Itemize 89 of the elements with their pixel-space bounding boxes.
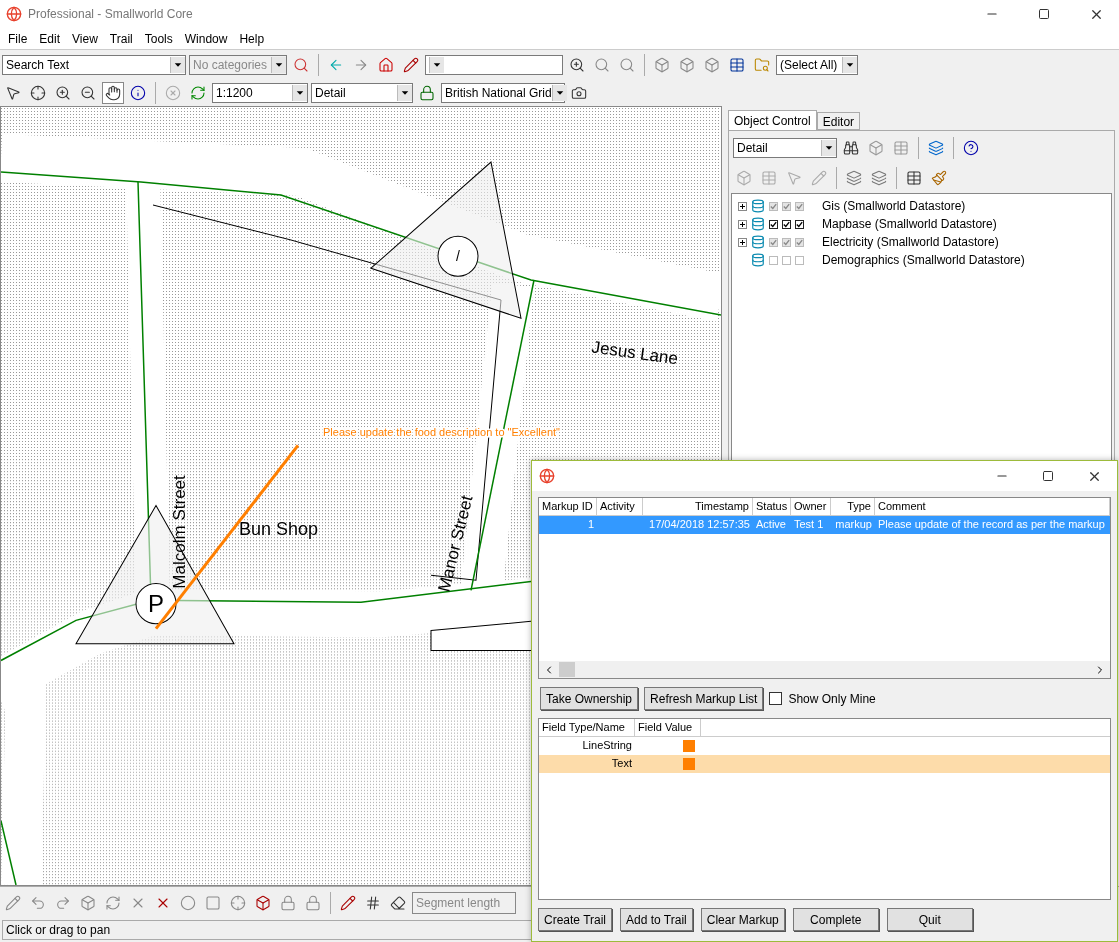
field-row[interactable]: Text: [539, 755, 1110, 773]
maximize-icon: [1038, 8, 1050, 20]
field-row[interactable]: LineString: [539, 737, 1110, 755]
menu-item[interactable]: Window: [178, 31, 234, 46]
column-header[interactable]: Owner: [791, 498, 831, 516]
column-header[interactable]: Timestamp: [643, 498, 753, 516]
column-header[interactable]: Markup ID: [539, 498, 597, 516]
menu-item[interactable]: Edit: [33, 31, 67, 46]
caret-icon: [271, 57, 286, 73]
map-symbol: /: [437, 235, 479, 277]
detail-combo[interactable]: Detail: [311, 83, 413, 103]
table-cell-text: Please update of the record as per the markup: [877, 517, 1106, 532]
checkbox[interactable]: [769, 255, 778, 265]
column-header[interactable]: Type: [831, 498, 875, 516]
street-label: Jesus Lane: [590, 337, 680, 369]
database-icon: [751, 217, 765, 231]
app-logo-icon: [6, 6, 22, 22]
dialog-button[interactable]: Quit: [886, 908, 973, 931]
caret-icon: [429, 57, 444, 73]
checkbox[interactable]: [782, 219, 791, 229]
shop-label: Bun Shop: [239, 518, 319, 539]
checkbox[interactable]: [795, 219, 804, 229]
app-logo-icon: [539, 468, 555, 484]
column-header[interactable]: Field Type/Name: [539, 719, 635, 737]
scrollbar-thumb[interactable]: [559, 662, 575, 677]
checkbox[interactable]: [782, 201, 791, 211]
dialog-button[interactable]: Take Ownership: [540, 687, 639, 710]
maximize-icon: [1042, 470, 1054, 482]
column-header[interactable]: Field Value: [635, 719, 701, 737]
expand-icon[interactable]: [738, 237, 747, 247]
menu-item[interactable]: Help: [233, 31, 271, 46]
dialog-button[interactable]: Refresh Markup List: [644, 687, 764, 710]
database-icon: [751, 235, 765, 249]
checkbox[interactable]: [769, 219, 778, 229]
segment-length-field[interactable]: Segment length: [412, 891, 516, 914]
table-cell-text: Active: [755, 517, 787, 532]
menu-item[interactable]: File: [2, 31, 34, 46]
menu-item[interactable]: View: [66, 31, 104, 46]
checkbox[interactable]: [782, 255, 791, 265]
expand-icon[interactable]: [738, 219, 747, 229]
table-cell-text: LineString: [581, 738, 633, 753]
caret-icon: [821, 140, 836, 156]
database-icon: [751, 199, 765, 213]
search-combo[interactable]: Search Text: [2, 55, 186, 75]
dialog-button[interactable]: Complete: [792, 908, 879, 931]
menu-item[interactable]: Trail: [103, 31, 139, 46]
detail-combo[interactable]: Detail: [733, 138, 837, 158]
street-label: Manor Street: [434, 493, 477, 594]
coordinate-combo[interactable]: British National Grid: [441, 83, 565, 103]
database-icon: [751, 253, 765, 267]
dialog-button[interactable]: Add to Trail: [620, 908, 693, 931]
caret-icon: [170, 57, 185, 73]
checkbox[interactable]: [782, 237, 791, 247]
table-cell-text: Test 1: [793, 517, 825, 532]
pan-icon[interactable]: [102, 82, 124, 104]
window-title: Professional - Smallworld Core: [28, 7, 194, 21]
column-header[interactable]: Activity: [597, 498, 643, 516]
caret-icon: [842, 57, 857, 73]
checkbox[interactable]: [795, 237, 804, 247]
tree-item[interactable]: Demographics (Smallworld Datastore): [822, 253, 1025, 267]
table-cell-text: Text: [610, 756, 633, 771]
checkbox[interactable]: [769, 692, 783, 705]
caret-icon: [551, 85, 567, 101]
panel-tab[interactable]: Editor: [816, 112, 861, 130]
color-swatch: [683, 740, 695, 752]
tree-item[interactable]: Mapbase (Smallworld Datastore): [822, 217, 997, 231]
menu-item[interactable]: Tools: [138, 31, 179, 46]
checkbox[interactable]: [795, 255, 804, 265]
checkbox[interactable]: [769, 201, 778, 211]
column-header[interactable]: Status: [753, 498, 791, 516]
column-header[interactable]: Comment: [875, 498, 1110, 516]
checkbox-label: Show Only Mine: [788, 691, 876, 706]
location-combo[interactable]: [425, 55, 563, 75]
expand-icon[interactable]: [738, 201, 747, 211]
color-swatch: [683, 758, 695, 770]
tree-item[interactable]: Gis (Smallworld Datastore): [822, 199, 966, 213]
scale-combo[interactable]: 1:1200: [212, 83, 308, 103]
horizontal-scrollbar[interactable]: [539, 661, 1110, 678]
table-cell-text: 17/04/2018 12:57:35: [648, 517, 751, 532]
panel-tab[interactable]: Object Control: [728, 110, 817, 130]
caret-icon: [292, 85, 307, 101]
dialog-button[interactable]: Clear Markup: [700, 908, 785, 931]
caret-icon: [397, 85, 412, 101]
checkbox[interactable]: [795, 201, 804, 211]
tree-item[interactable]: Electricity (Smallworld Datastore): [822, 235, 999, 249]
select-combo[interactable]: (Select All): [776, 55, 858, 75]
checkbox[interactable]: [769, 237, 778, 247]
table-cell-text: markup: [834, 517, 873, 532]
table-cell-text: 1: [586, 517, 595, 532]
